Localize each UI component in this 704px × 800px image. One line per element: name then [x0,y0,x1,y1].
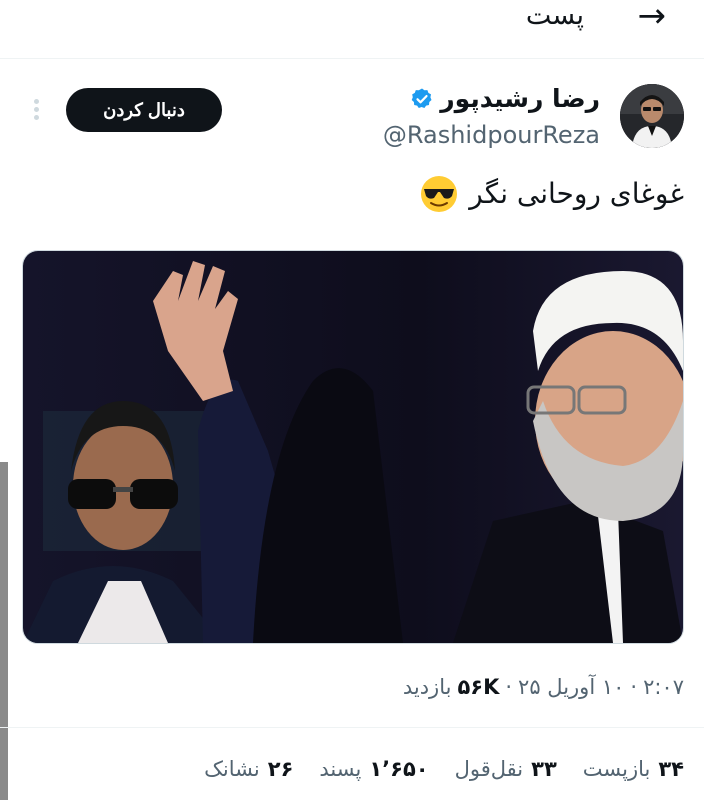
tweet-photo[interactable] [22,250,684,644]
stat-label: نقل‌قول [454,757,524,781]
views-label: بازدید [402,675,452,699]
divider [0,727,704,728]
verified-badge-icon [411,88,432,108]
likes-stat[interactable]: ۱٬۶۵۰ پسند [319,752,428,786]
smiling-face-with-sunglasses-icon [421,176,458,212]
stat-count: ۳۳ [531,757,557,781]
arrow-right-icon[interactable]: → [638,0,667,36]
bookmarks-stat[interactable]: ۲۶ نشانک [204,752,293,786]
more-options-icon[interactable] [28,96,44,126]
stat-count: ۱٬۶۵۰ [369,757,429,781]
reposts-stat[interactable]: ۳۴ بازپست [583,752,684,786]
tweet-meta: ۲:۰۷ · ۱۰ آوریل ۲۵ · ۵۶K بازدید [403,670,684,704]
engagement-stats: ۳۴ بازپست ۳۳ نقل‌قول ۱٬۶۵۰ پسند ۲۶ نشانک [204,752,684,786]
author-name-row[interactable]: رضا رشیدپور [410,82,600,116]
tweet-date[interactable]: ۱۰ آوریل ۲۵ [518,670,624,704]
page-title: پست [525,0,584,31]
avatar[interactable] [620,84,684,148]
tweet-body: غوغای روحانی نگر [469,177,684,210]
top-bar: پست → [0,0,704,59]
tweet-text: غوغای روحانی نگر [419,172,684,216]
meta-separator: · [630,675,638,699]
stat-count: ۲۶ [267,757,294,781]
tweet-time[interactable]: ۲:۰۷ [643,670,684,704]
stat-label: بازپست [582,757,651,781]
stat-label: پسند [319,757,362,781]
quotes-stat[interactable]: ۳۳ نقل‌قول [455,752,557,786]
meta-separator: · [505,675,513,699]
author-display-name[interactable]: رضا رشیدپور [440,82,600,116]
scroll-indicator [0,462,8,800]
follow-button[interactable]: دنبال کردن [66,88,222,132]
stat-count: ۳۴ [658,757,684,781]
stat-label: نشانک [204,757,260,781]
views-count: ۵۶K [457,675,500,699]
author-handle[interactable]: @RashidpourReza [383,118,600,152]
